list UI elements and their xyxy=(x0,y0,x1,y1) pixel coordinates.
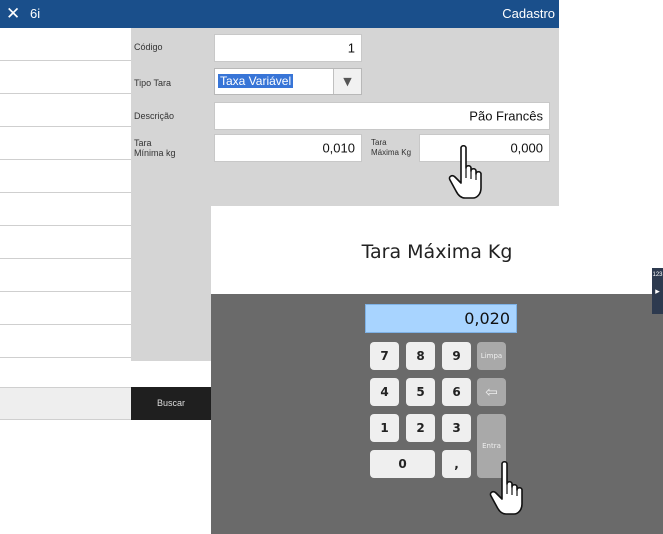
list-item[interactable] xyxy=(0,226,131,259)
record-list xyxy=(0,28,131,420)
key-3[interactable]: 3 xyxy=(442,414,471,442)
tara-minima-field[interactable]: 0,010 xyxy=(214,134,362,162)
codigo-label: Código xyxy=(134,42,163,52)
hand-pointer-icon xyxy=(489,460,523,515)
keypad-dialog-header: Tara Máxima Kg xyxy=(211,206,663,294)
input-mode-label: 123 xyxy=(652,272,663,278)
tara-maxima-label-line2: Máxima Kg xyxy=(371,148,412,157)
descricao-field[interactable]: Pão Francês xyxy=(214,102,550,130)
backspace-icon[interactable]: ⇦ xyxy=(477,378,506,406)
buscar-button[interactable]: Buscar xyxy=(131,387,211,420)
list-item[interactable] xyxy=(0,28,131,61)
clear-button[interactable]: Limpa xyxy=(477,342,506,370)
tipo-tara-select[interactable]: Taxa Variável ▼ xyxy=(214,68,362,95)
list-item[interactable] xyxy=(0,61,131,94)
key-5[interactable]: 5 xyxy=(406,378,435,406)
descricao-value: Pão Francês xyxy=(469,108,543,124)
tara-minima-value: 0,010 xyxy=(322,140,355,156)
key-0[interactable]: 0 xyxy=(370,450,435,478)
codigo-value: 1 xyxy=(347,40,355,56)
key-comma[interactable]: , xyxy=(442,450,471,478)
keypad-dialog-title: Tara Máxima Kg xyxy=(361,241,513,263)
key-8[interactable]: 8 xyxy=(406,342,435,370)
key-9[interactable]: 9 xyxy=(442,342,471,370)
form-panel: Código 1 Tipo Tara Taxa Variável ▼ Descr… xyxy=(131,28,559,206)
key-1[interactable]: 1 xyxy=(370,414,399,442)
tara-maxima-label-line1: Tara xyxy=(371,138,387,147)
tipo-tara-label: Tipo Tara xyxy=(134,78,172,88)
chevron-down-icon[interactable]: ▼ xyxy=(333,69,361,94)
app-name: 6i xyxy=(30,6,41,21)
list-item[interactable] xyxy=(0,94,131,127)
title-bar: ✕ 6i Cadastro xyxy=(0,0,559,28)
keypad-display-value: 0,020 xyxy=(464,309,510,328)
close-icon[interactable]: ✕ xyxy=(6,4,20,24)
list-item[interactable] xyxy=(0,160,131,193)
hand-pointer-icon xyxy=(448,144,482,199)
list-item[interactable] xyxy=(0,193,131,226)
list-item[interactable] xyxy=(0,127,131,160)
key-4[interactable]: 4 xyxy=(370,378,399,406)
list-item[interactable] xyxy=(0,259,131,292)
list-item[interactable] xyxy=(0,387,131,420)
tara-minima-label-line2: Mínima kg xyxy=(134,148,176,158)
numeric-keypad: 0,020 7 8 9 Limpa 4 5 6 ⇦ 1 2 3 Entra 0 … xyxy=(211,294,663,534)
side-panel xyxy=(131,206,211,361)
tara-minima-label-line1: Tara xyxy=(134,138,152,148)
codigo-field[interactable]: 1 xyxy=(214,34,362,62)
key-6[interactable]: 6 xyxy=(442,378,471,406)
tipo-tara-value: Taxa Variável xyxy=(218,74,294,88)
keyboard-icon: ▸ xyxy=(655,286,660,296)
list-item[interactable] xyxy=(0,325,131,358)
window-title: Cadastro xyxy=(502,6,555,21)
input-mode-tab[interactable]: 123 ▸ xyxy=(652,268,663,314)
descricao-label: Descrição xyxy=(134,111,175,121)
tara-maxima-value: 0,000 xyxy=(510,140,543,156)
key-7[interactable]: 7 xyxy=(370,342,399,370)
key-2[interactable]: 2 xyxy=(406,414,435,442)
keypad-display: 0,020 xyxy=(365,304,517,333)
list-item[interactable] xyxy=(0,292,131,325)
